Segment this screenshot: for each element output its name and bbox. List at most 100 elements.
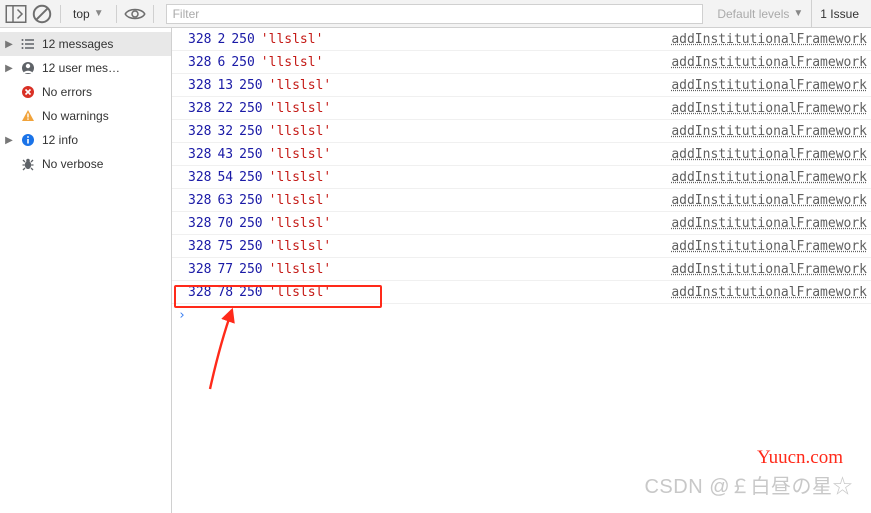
log-value: 328 xyxy=(188,55,211,70)
expand-arrow-icon: ▶ xyxy=(4,39,14,50)
sidebar-item-messages[interactable]: ▶ 12 messages xyxy=(0,32,171,56)
log-value: 328 xyxy=(188,216,211,231)
sidebar-item-user-messages[interactable]: ▶ 12 user mes… xyxy=(0,56,171,80)
log-value: 328 xyxy=(188,32,211,47)
log-value: 328 xyxy=(188,101,211,116)
log-value: 13 xyxy=(217,78,233,93)
log-row[interactable]: 328 63 250 'llslsl' addInstitutionalFramewor… xyxy=(172,189,871,212)
log-source-link[interactable]: addInstitutionalFramework xyxy=(671,32,871,47)
log-source-link[interactable]: addInstitutionalFramework xyxy=(671,216,871,231)
log-source-link[interactable]: addInstitutionalFramework xyxy=(671,262,871,277)
log-source-link[interactable]: addInstitutionalFramework xyxy=(671,124,871,139)
sidebar-item-label: No errors xyxy=(42,85,92,99)
sidebar-item-label: No warnings xyxy=(42,109,109,123)
filter-input[interactable] xyxy=(166,4,704,24)
issues-button[interactable]: 1 Issue xyxy=(811,0,867,27)
sidebar-item-label: 12 user mes… xyxy=(42,61,120,75)
log-source-link[interactable]: addInstitutionalFramework xyxy=(671,78,871,93)
clear-console-button[interactable] xyxy=(30,3,54,25)
divider xyxy=(116,5,117,23)
log-value: 328 xyxy=(188,170,211,185)
log-row[interactable]: 32877250'llslsl'addInstitutionalFramewor… xyxy=(172,258,871,281)
console-prompt[interactable]: › xyxy=(172,304,871,326)
log-string: 'llslsl' xyxy=(269,170,332,185)
sidebar-item-warnings[interactable]: No warnings xyxy=(0,104,171,128)
log-value: 54 xyxy=(217,170,233,185)
log-row[interactable]: 3286250'llslsl'addInstitutionalFramework xyxy=(172,51,871,74)
log-source-link[interactable]: addInstitutionalFramework xyxy=(671,193,871,208)
log-value: 78 xyxy=(217,285,233,300)
console-output[interactable]: 328 2 250 'llslsl' addInstitutionalFramework… xyxy=(172,28,871,513)
log-row[interactable]: 32870250'llslsl'addInstitutionalFramewor… xyxy=(172,212,871,235)
log-value: 250 xyxy=(239,101,262,116)
log-value: 22 xyxy=(217,101,233,116)
issues-label: 1 Issue xyxy=(820,7,859,21)
log-string: 'llslsl' xyxy=(269,101,332,116)
console-toolbar: top ▼ Default levels ▼ 1 Issue xyxy=(0,0,871,28)
log-value: 250 xyxy=(239,239,262,254)
eye-icon xyxy=(123,2,147,26)
watermark-csdn: CSDN @￡白昼の星☆ xyxy=(644,470,853,499)
log-value: 328 xyxy=(188,78,211,93)
log-source-link[interactable]: addInstitutionalFramework xyxy=(671,170,871,185)
log-string: 'llslsl' xyxy=(269,78,332,93)
sidebar-item-label: 12 messages xyxy=(42,37,113,51)
log-value: 328 xyxy=(188,193,211,208)
log-row[interactable]: 328 2 250 'llslsl' addInstitutionalFramework xyxy=(172,28,871,51)
log-source-link[interactable]: addInstitutionalFramework xyxy=(671,147,871,162)
context-label: top xyxy=(73,7,90,21)
log-string: 'llslsl' xyxy=(269,193,332,208)
log-row[interactable]: 32832250'llslsl'addInstitutionalFramewor… xyxy=(172,120,871,143)
log-value: 250 xyxy=(231,32,254,47)
sidebar-item-label: 12 info xyxy=(42,133,78,147)
log-string: 'llslsl' xyxy=(269,262,332,277)
sidebar-item-verbose[interactable]: No verbose xyxy=(0,152,171,176)
log-source-link[interactable]: addInstitutionalFramework xyxy=(671,101,871,116)
log-value: 250 xyxy=(239,147,262,162)
divider xyxy=(153,5,154,23)
log-string: 'llslsl' xyxy=(261,32,324,47)
log-row[interactable]: 32875250'llslsl'addInstitutionalFramewor… xyxy=(172,235,871,258)
sidebar-item-label: No verbose xyxy=(42,157,103,171)
live-expression-button[interactable] xyxy=(123,3,147,25)
log-row[interactable]: 32878250'llslsl'addInstitutionalFramewor… xyxy=(172,281,871,304)
context-selector[interactable]: top ▼ xyxy=(67,4,110,24)
log-string: 'llslsl' xyxy=(261,55,324,70)
toggle-sidebar-button[interactable] xyxy=(4,3,28,25)
panel-icon xyxy=(4,2,28,26)
watermark-yuucn: Yuucn.com xyxy=(757,447,843,469)
log-value: 32 xyxy=(217,124,233,139)
expand-arrow-icon: ▶ xyxy=(4,135,14,146)
log-value: 250 xyxy=(239,124,262,139)
warning-icon xyxy=(20,108,36,124)
log-value: 328 xyxy=(188,262,211,277)
log-value: 63 xyxy=(217,193,233,208)
main-area: ▶ 12 messages ▶ 12 user mes… No errors xyxy=(0,28,871,513)
log-levels-select[interactable]: Default levels ▼ xyxy=(711,7,809,21)
levels-label: Default levels xyxy=(717,7,789,21)
sidebar-item-info[interactable]: ▶ 12 info xyxy=(0,128,171,152)
log-source-link[interactable]: addInstitutionalFramework xyxy=(671,239,871,254)
log-source-link[interactable]: addInstitutionalFramework xyxy=(671,55,871,70)
expand-arrow-icon: ▶ xyxy=(4,63,14,74)
log-value: 70 xyxy=(217,216,233,231)
sidebar: ▶ 12 messages ▶ 12 user mes… No errors xyxy=(0,28,172,513)
log-value: 250 xyxy=(239,170,262,185)
log-value: 328 xyxy=(188,147,211,162)
log-source-link[interactable]: addInstitutionalFramework xyxy=(671,285,871,300)
log-row[interactable]: 328 54 250 'llslsl' addInstitutionalFramewor… xyxy=(172,166,871,189)
log-row[interactable]: 328 13 250 'llslsl' addInstitutionalFramewor… xyxy=(172,74,871,97)
log-value: 250 xyxy=(239,262,262,277)
log-value: 43 xyxy=(217,147,233,162)
bug-icon xyxy=(20,156,36,172)
log-value: 250 xyxy=(239,78,262,93)
log-value: 250 xyxy=(239,285,262,300)
sidebar-item-errors[interactable]: No errors xyxy=(0,80,171,104)
chevron-down-icon: ▼ xyxy=(94,8,104,19)
info-icon xyxy=(20,132,36,148)
log-value: 328 xyxy=(188,239,211,254)
log-value: 2 xyxy=(217,32,225,47)
log-row[interactable]: 32843250'llslsl'addInstitutionalFramewor… xyxy=(172,143,871,166)
log-value: 250 xyxy=(239,193,262,208)
log-row[interactable]: 328 22 250 'llslsl' addInstitutionalFramewor… xyxy=(172,97,871,120)
